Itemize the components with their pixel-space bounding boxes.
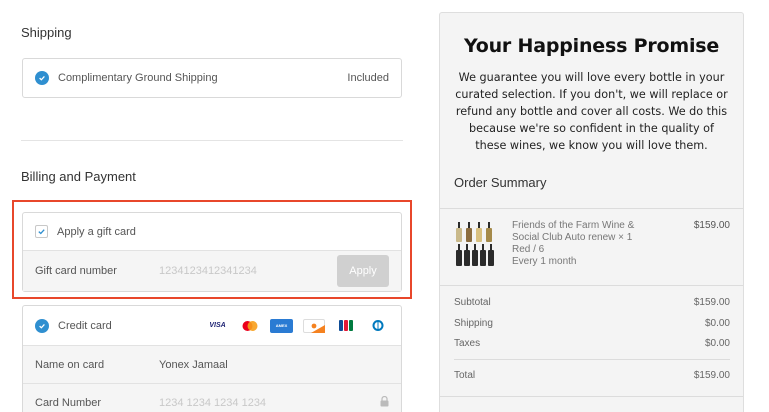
visa-icon: VISA xyxy=(209,322,226,329)
taxes-row: Taxes $0.00 xyxy=(454,338,730,349)
order-item: Friends of the Farm Wine & Social Club A… xyxy=(454,220,730,267)
card-brand-icons: VISA AMEX xyxy=(206,318,389,333)
name-on-card-input[interactable]: Yonex Jamaal xyxy=(159,359,228,371)
divider xyxy=(440,208,743,209)
billing-title: Billing and Payment xyxy=(21,169,136,184)
check-circle-icon xyxy=(35,71,49,85)
gift-card-box: Apply a gift card Gift card number 12341… xyxy=(22,212,402,292)
item-frequency: Every 1 month xyxy=(512,255,577,267)
item-name: Friends of the Farm Wine & Social Club A… xyxy=(512,220,635,243)
subtotal-row: Subtotal $159.00 xyxy=(454,297,730,308)
checkout-form: Shipping Complimentary Ground Shipping I… xyxy=(0,0,420,412)
taxes-value: $0.00 xyxy=(704,338,730,349)
promise-title: Your Happiness Promise xyxy=(463,35,720,57)
gift-card-checkbox[interactable] xyxy=(35,225,48,238)
diners-icon xyxy=(366,319,389,333)
divider xyxy=(440,396,743,397)
credit-card-box: Credit card VISA AMEX Name on card Yonex… xyxy=(22,305,402,412)
shipping-value: $0.00 xyxy=(704,318,730,329)
total-row: Total $159.00 xyxy=(454,370,730,381)
wine-bottles-thumbnail xyxy=(456,222,494,266)
taxes-label: Taxes xyxy=(454,338,481,349)
mastercard-icon xyxy=(238,319,261,333)
shipping-title: Shipping xyxy=(21,25,72,40)
order-summary-title: Order Summary xyxy=(454,175,547,190)
credit-card-label: Credit card xyxy=(58,319,112,332)
credit-card-option[interactable]: Credit card VISA AMEX xyxy=(23,306,401,345)
discover-icon xyxy=(302,318,325,333)
subtotal-value: $159.00 xyxy=(693,297,730,308)
total-value: $159.00 xyxy=(693,370,730,381)
jcb-icon xyxy=(334,319,357,333)
shipping-method-box[interactable]: Complimentary Ground Shipping Included xyxy=(22,58,402,98)
total-label: Total xyxy=(454,370,476,381)
lock-icon xyxy=(380,395,389,410)
apply-gift-card-button[interactable]: Apply xyxy=(337,255,389,287)
item-price: $159.00 xyxy=(693,220,730,231)
order-sidebar: Your Happiness Promise We guarantee you … xyxy=(439,12,744,412)
check-circle-icon xyxy=(35,318,49,333)
gift-card-toggle[interactable]: Apply a gift card xyxy=(23,213,401,250)
shipping-status: Included xyxy=(347,72,389,84)
card-number-label: Card Number xyxy=(35,396,102,409)
shipping-method-label: Complimentary Ground Shipping xyxy=(58,72,218,84)
item-variant: Red / 6 xyxy=(512,244,545,255)
gift-card-number-input[interactable]: 1234123412341234 xyxy=(159,265,257,277)
name-on-card-label: Name on card xyxy=(35,358,105,371)
divider xyxy=(454,359,730,360)
gift-card-checkbox-label: Apply a gift card xyxy=(57,225,136,238)
shipping-row: Shipping $0.00 xyxy=(454,318,730,329)
subtotal-label: Subtotal xyxy=(454,297,491,308)
promise-text: We guarantee you will love every bottle … xyxy=(455,71,728,152)
card-number-input[interactable]: 1234 1234 1234 1234 xyxy=(159,397,266,409)
divider xyxy=(440,285,743,286)
gift-card-field-label: Gift card number xyxy=(35,265,117,277)
divider xyxy=(21,140,403,141)
amex-icon: AMEX xyxy=(270,318,293,333)
shipping-label: Shipping xyxy=(454,318,493,329)
